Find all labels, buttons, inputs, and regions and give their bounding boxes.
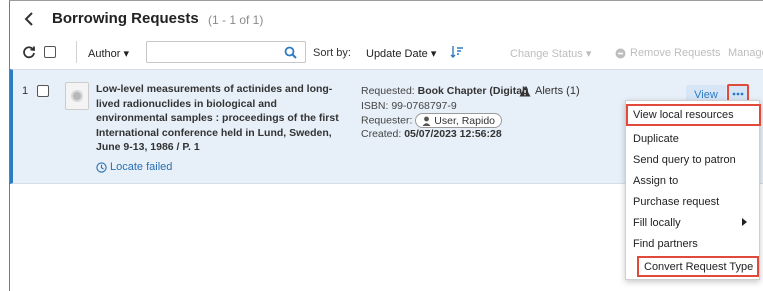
- requester: Requester: User, Rapido: [361, 113, 502, 128]
- menu-item-convert-request-type[interactable]: Convert Request Type: [637, 256, 759, 277]
- requester-label: Requester:: [361, 114, 413, 127]
- search-field-select[interactable]: Author ▾: [88, 47, 129, 60]
- menu-item-assign-to[interactable]: Assign to: [626, 170, 761, 191]
- created-date: Created: 05/07/2023 12:56:28: [361, 128, 502, 140]
- clock-icon: [96, 161, 107, 173]
- menu-item-purchase-request[interactable]: Purchase request: [626, 191, 761, 212]
- warning-icon: [519, 86, 531, 96]
- chevron-right-icon: [742, 218, 747, 226]
- page-title: Borrowing Requests: [52, 10, 199, 27]
- remove-requests-button[interactable]: Remove Requests: [615, 47, 721, 59]
- page-header: Borrowing Requests (1 - 1 of 1): [10, 1, 763, 36]
- alerts-link[interactable]: Alerts (1): [519, 85, 580, 97]
- isbn: ISBN: 99-0768797-9: [361, 100, 457, 112]
- locate-status-label: Locate failed: [110, 161, 173, 173]
- sort-by-label: Sort by:: [313, 47, 351, 59]
- remove-icon: [615, 48, 626, 58]
- resource-type-icon: [71, 90, 83, 102]
- fill-locally-label: Fill locally: [633, 216, 681, 229]
- change-status-button[interactable]: Change Status ▾: [510, 47, 591, 60]
- requested-value: Book Chapter (Digital): [417, 85, 529, 97]
- created-value: 05/07/2023 12:56:28: [404, 128, 502, 140]
- results-count: (1 - 1 of 1): [208, 13, 264, 27]
- locate-status[interactable]: Locate failed: [96, 161, 172, 173]
- menu-item-view-local-resources[interactable]: View local resources: [626, 104, 761, 126]
- created-label: Created:: [361, 128, 402, 140]
- menu-item-send-query-to-patron[interactable]: Send query to patron: [626, 149, 761, 170]
- menu-item-fill-locally[interactable]: Fill locally: [626, 212, 761, 233]
- row-actions-menu: View local resources Duplicate Send quer…: [625, 100, 761, 280]
- row-checkbox[interactable]: [37, 85, 49, 97]
- requester-name: User, Rapido: [434, 114, 495, 127]
- toolbar: Author ▾ Sort by: Update Date ▾ Change S…: [10, 36, 763, 69]
- menu-item-find-partners[interactable]: Find partners: [626, 233, 761, 254]
- requested-label: Requested:: [361, 85, 415, 97]
- requester-badge[interactable]: User, Rapido: [415, 113, 502, 128]
- resource-thumbnail: [65, 82, 89, 110]
- back-chevron-icon[interactable]: [22, 10, 36, 28]
- search-input[interactable]: [146, 41, 306, 63]
- requested-type: Requested: Book Chapter (Digital): [361, 85, 528, 97]
- sort-field-select[interactable]: Update Date ▾: [366, 47, 436, 60]
- alerts-label: Alerts (1): [535, 85, 580, 97]
- row-number: 1: [22, 85, 29, 97]
- refresh-icon[interactable]: [22, 45, 36, 59]
- divider: [76, 41, 77, 63]
- remove-requests-label: Remove Requests: [630, 47, 721, 59]
- select-all-checkbox[interactable]: [44, 46, 56, 58]
- user-icon: [422, 116, 431, 126]
- request-title[interactable]: Low-level measurements of actinides and …: [96, 82, 346, 155]
- manage-button[interactable]: Manage: [728, 47, 763, 59]
- ellipsis-icon: [732, 92, 744, 96]
- menu-item-duplicate[interactable]: Duplicate: [626, 128, 761, 149]
- sort-direction-icon[interactable]: [450, 45, 464, 59]
- search-icon[interactable]: [284, 46, 297, 59]
